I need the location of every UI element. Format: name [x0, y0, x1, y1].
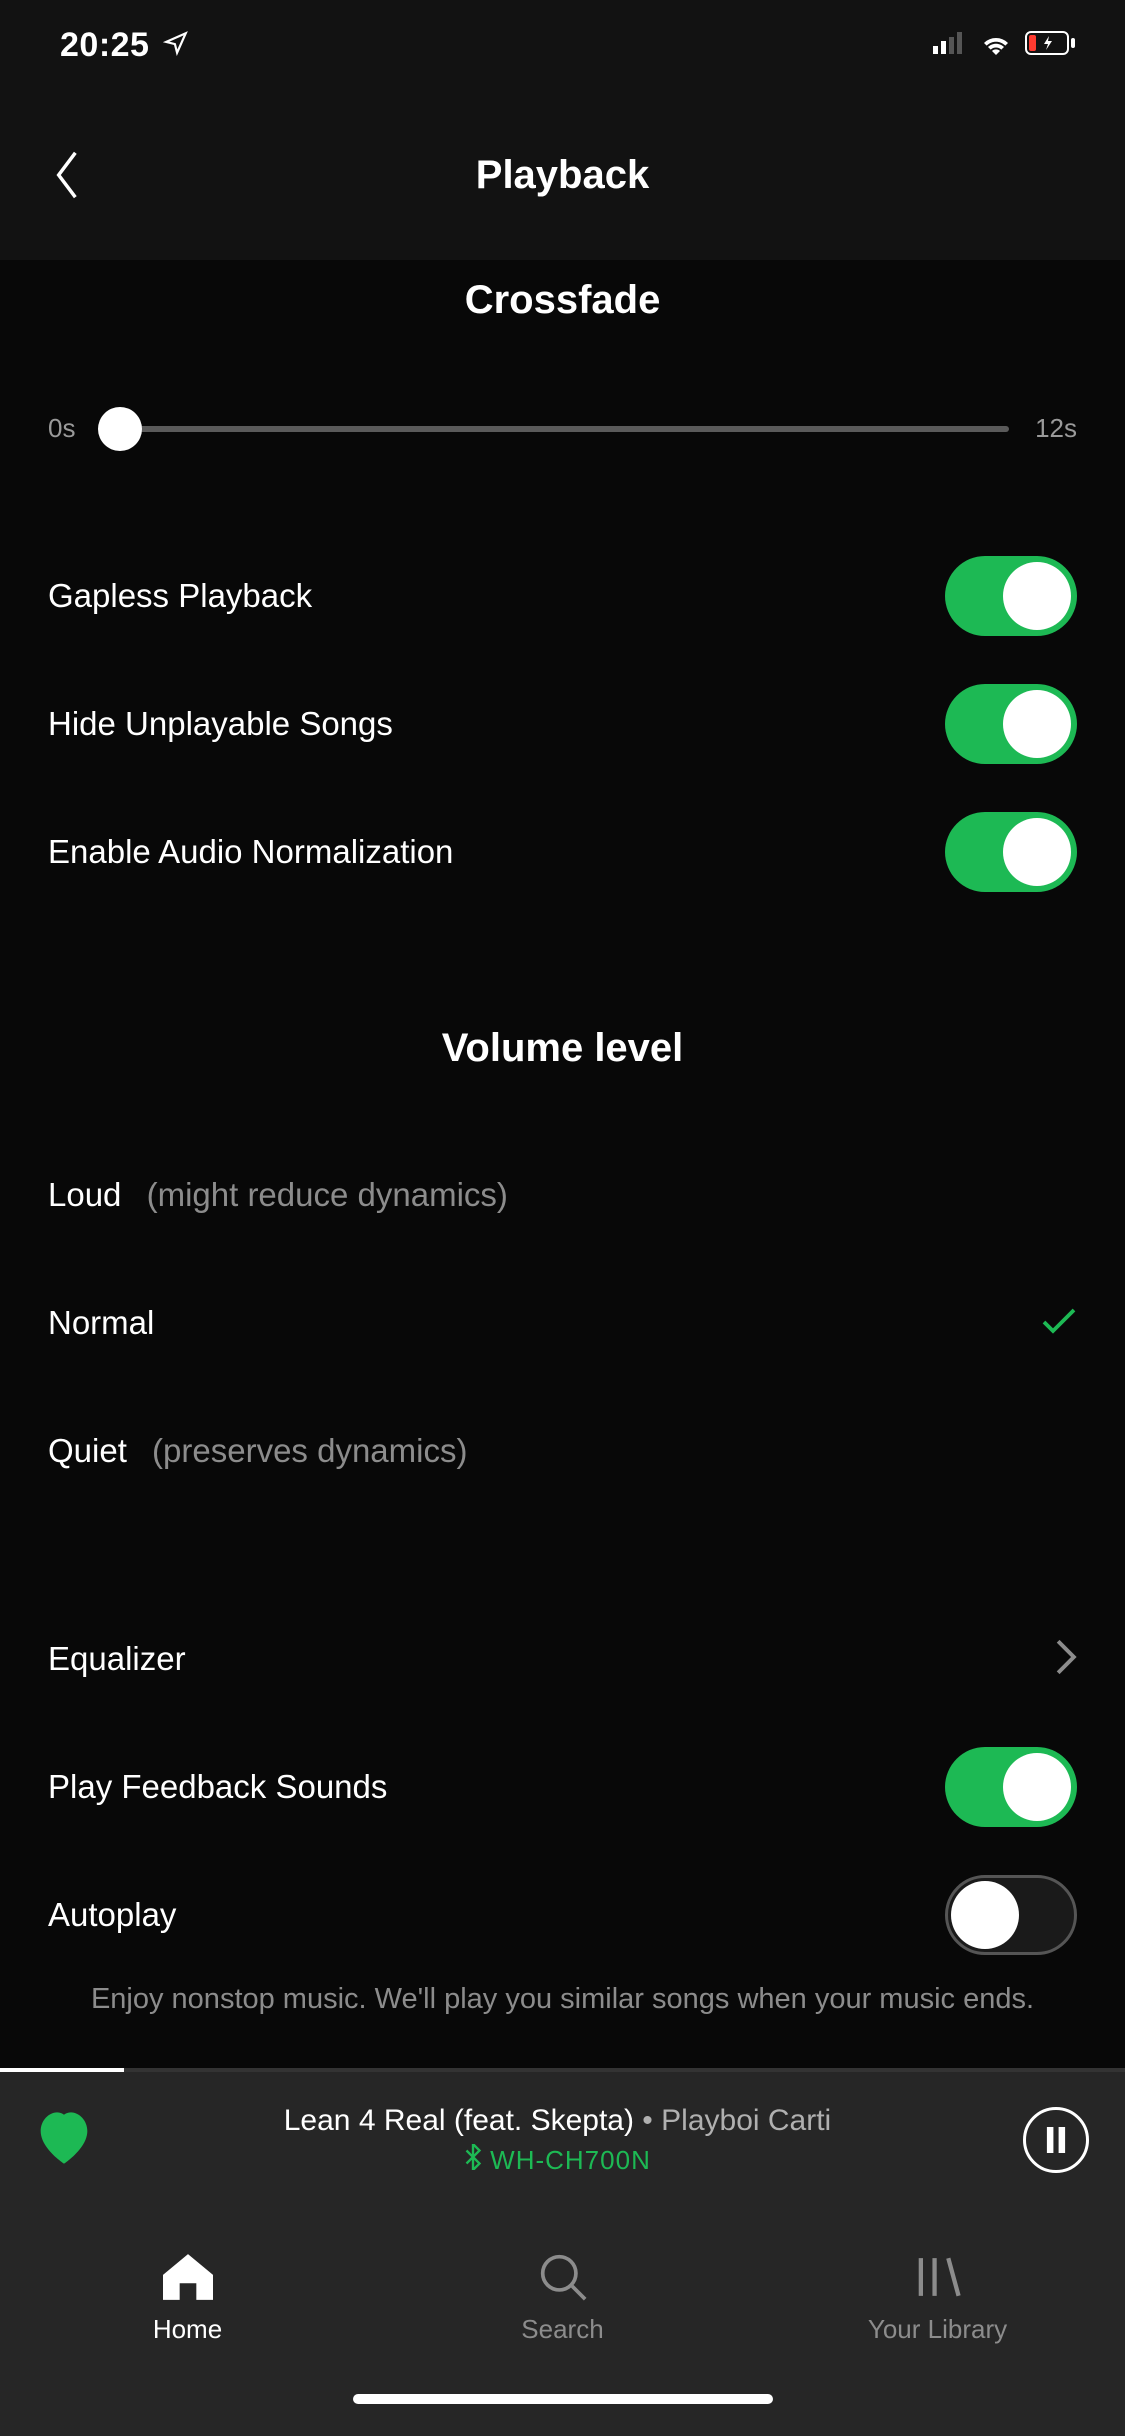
now-playing-separator: •	[634, 2104, 661, 2137]
row-autoplay: Autoplay	[48, 1851, 1077, 1979]
toggle-gapless[interactable]	[945, 556, 1077, 636]
volume-option-normal-label: Normal	[48, 1304, 170, 1342]
status-time: 20:25	[60, 26, 149, 65]
now-playing-bar[interactable]: Lean 4 Real (feat. Skepta) • Playboi Car…	[0, 2072, 1125, 2208]
crossfade-max-label: 12s	[1035, 413, 1077, 444]
home-indicator-area	[0, 2388, 1125, 2436]
battery-low-charging-icon	[1025, 31, 1077, 60]
crossfade-slider-thumb[interactable]	[98, 407, 142, 451]
toggle-autoplay[interactable]	[945, 1875, 1077, 1955]
label-autoplay: Autoplay	[48, 1896, 176, 1934]
volume-option-loud-label: Loud (might reduce dynamics)	[48, 1176, 508, 1214]
status-left: 20:25	[60, 26, 189, 65]
library-icon	[914, 2252, 962, 2302]
volume-option-quiet-label: Quiet (preserves dynamics)	[48, 1432, 467, 1470]
row-gapless: Gapless Playback	[48, 532, 1077, 660]
status-bar: 20:25	[0, 0, 1125, 90]
crossfade-slider[interactable]	[101, 426, 1009, 432]
pause-icon	[1045, 2127, 1067, 2153]
now-playing-text: Lean 4 Real (feat. Skepta) • Playboi Car…	[120, 2104, 995, 2177]
status-icons	[933, 31, 1077, 60]
location-icon	[163, 26, 189, 65]
toggle-hide-unplayable[interactable]	[945, 684, 1077, 764]
now-playing-artist: Playboi Carti	[661, 2104, 831, 2137]
volume-option-loud[interactable]: Loud (might reduce dynamics)	[48, 1131, 1077, 1259]
label-hide-unplayable: Hide Unplayable Songs	[48, 705, 393, 743]
playback-progress-fill	[0, 2068, 124, 2072]
home-icon	[163, 2252, 213, 2302]
label-play-feedback-sounds: Play Feedback Sounds	[48, 1768, 387, 1806]
opt-hint: (might reduce dynamics)	[147, 1176, 508, 1213]
label-gapless: Gapless Playback	[48, 577, 312, 615]
tab-library-label: Your Library	[868, 2314, 1007, 2345]
tab-search[interactable]: Search	[375, 2208, 750, 2388]
chevron-right-icon	[1055, 1638, 1077, 1681]
volume-option-quiet[interactable]: Quiet (preserves dynamics)	[48, 1387, 1077, 1515]
volume-option-normal[interactable]: Normal	[48, 1259, 1077, 1387]
opt-hint: (preserves dynamics)	[152, 1432, 467, 1469]
playback-progress-bar[interactable]	[0, 2068, 1125, 2072]
settings-content: Crossfade 0s 12s Gapless Playback Hide U…	[0, 260, 1125, 2068]
wifi-icon	[979, 31, 1013, 60]
back-button[interactable]	[32, 140, 102, 210]
label-equalizer: Equalizer	[48, 1640, 186, 1678]
pause-button[interactable]	[1023, 2107, 1089, 2173]
now-playing-title: Lean 4 Real (feat. Skepta)	[284, 2104, 634, 2137]
bluetooth-icon	[464, 2144, 482, 2177]
cellular-icon	[933, 32, 967, 59]
row-audio-normalization: Enable Audio Normalization	[48, 788, 1077, 916]
crossfade-slider-row: 0s 12s	[48, 413, 1077, 444]
like-button[interactable]	[36, 2112, 92, 2169]
tab-library[interactable]: Your Library	[750, 2208, 1125, 2388]
row-equalizer[interactable]: Equalizer	[48, 1595, 1077, 1723]
row-play-feedback-sounds: Play Feedback Sounds	[48, 1723, 1077, 1851]
now-playing-device: WH-CH700N	[490, 2145, 651, 2176]
opt-label: Quiet	[48, 1432, 127, 1469]
tab-home[interactable]: Home	[0, 2208, 375, 2388]
tab-home-label: Home	[153, 2314, 222, 2345]
toggle-play-feedback-sounds[interactable]	[945, 1747, 1077, 1827]
crossfade-min-label: 0s	[48, 413, 75, 444]
toggle-audio-normalization[interactable]	[945, 812, 1077, 892]
tab-bar: Home Search Your Library	[0, 2208, 1125, 2388]
section-title-volume: Volume level	[48, 1026, 1077, 1071]
home-indicator[interactable]	[353, 2394, 773, 2404]
opt-label: Normal	[48, 1304, 154, 1341]
nav-header: Playback	[0, 90, 1125, 260]
opt-label: Loud	[48, 1176, 121, 1213]
label-audio-normalization: Enable Audio Normalization	[48, 833, 453, 871]
check-icon	[1041, 1301, 1077, 1346]
tab-search-label: Search	[521, 2314, 603, 2345]
page-title: Playback	[0, 153, 1125, 198]
row-hide-unplayable: Hide Unplayable Songs	[48, 660, 1077, 788]
section-title-crossfade: Crossfade	[48, 278, 1077, 323]
heart-icon	[36, 2112, 92, 2164]
search-icon	[539, 2252, 587, 2302]
autoplay-description: Enjoy nonstop music. We'll play you simi…	[48, 1979, 1077, 2030]
chevron-left-icon	[52, 150, 82, 200]
